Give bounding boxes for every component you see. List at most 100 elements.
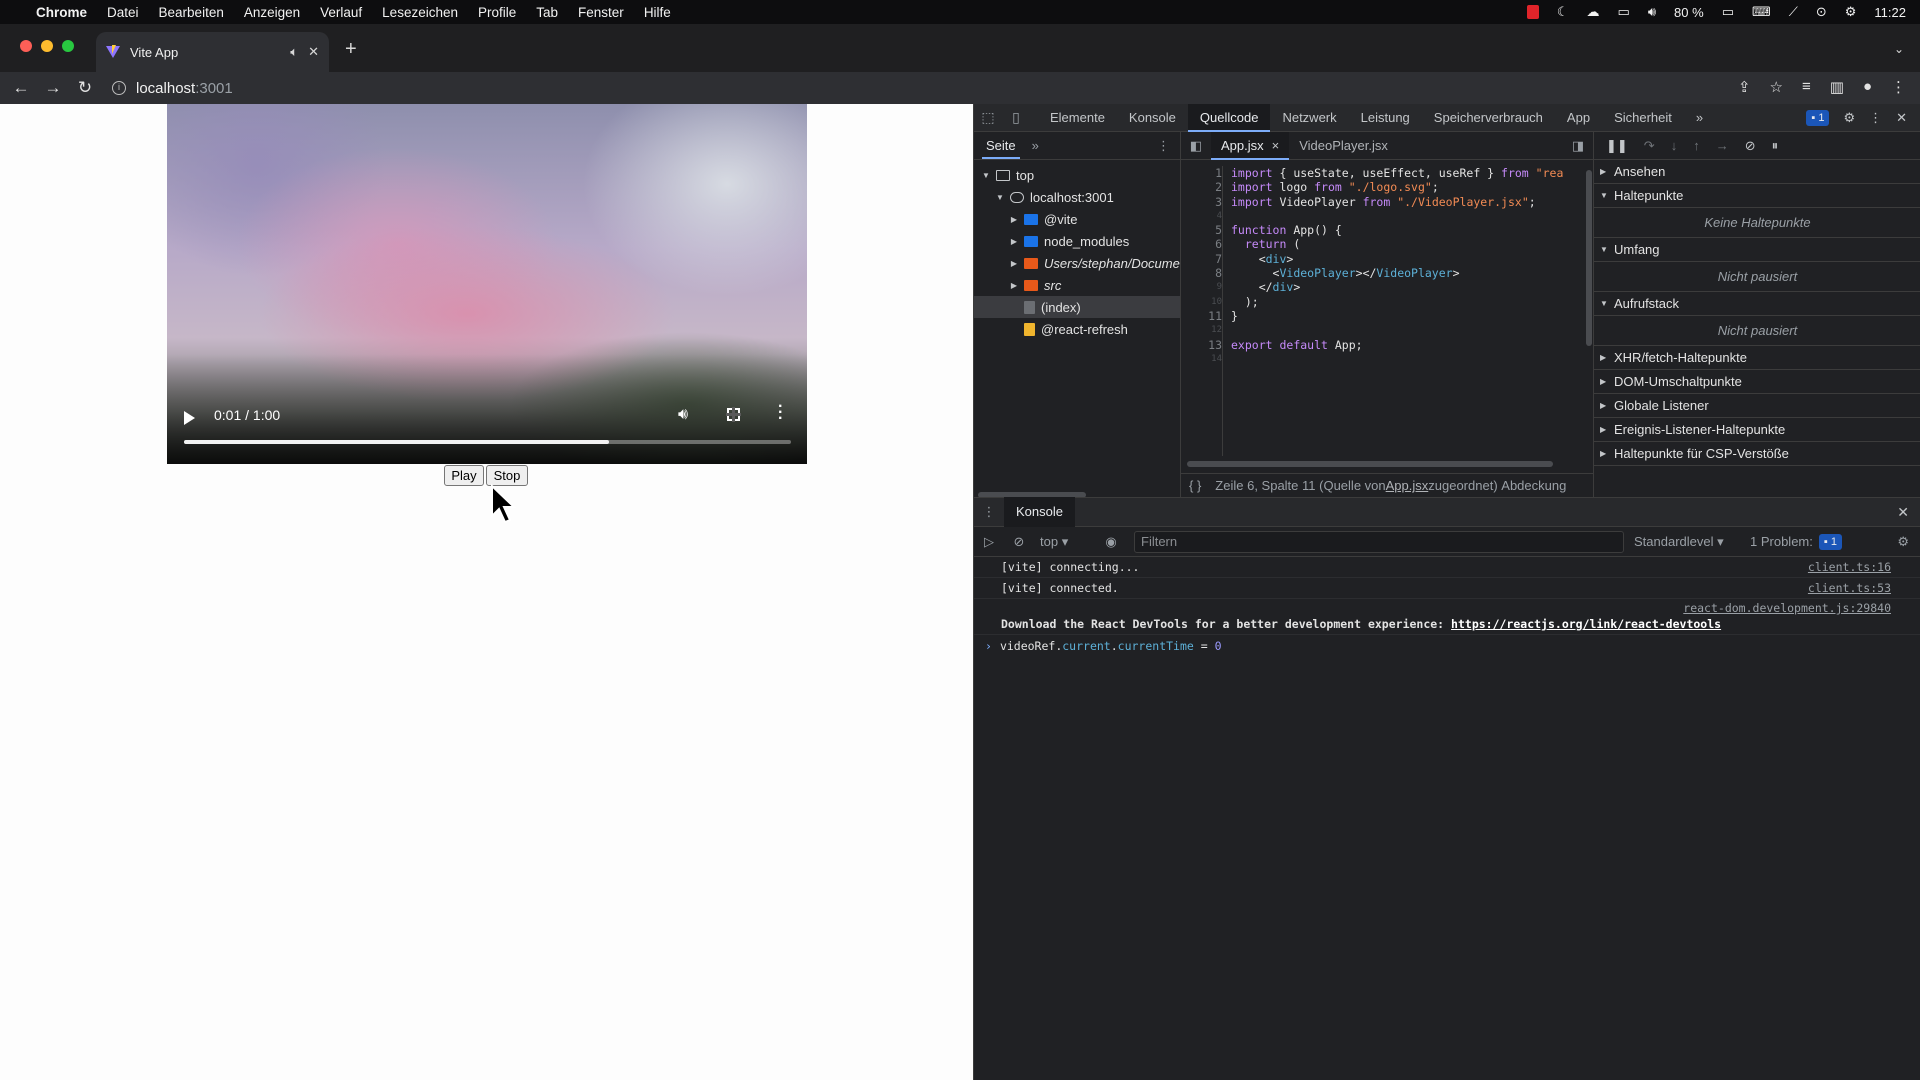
tree-arrow-icon[interactable]: ▼	[980, 171, 992, 180]
stop-button[interactable]: Stop	[486, 465, 528, 486]
log-level-selector[interactable]: Standardlevel ▾	[1634, 534, 1744, 550]
tab-netzwerk[interactable]: Netzwerk	[1270, 104, 1348, 132]
section-xhr-breakpoints[interactable]: ▶ XHR/fetch-Haltepunkte	[1594, 346, 1920, 370]
browser-menu-icon[interactable]: ⋮	[1891, 78, 1906, 96]
tree-item[interactable]: ▶ src	[974, 274, 1180, 296]
tab-audio-icon[interactable]: 🔈︎	[290, 44, 298, 60]
close-window-button[interactable]	[20, 40, 32, 52]
navigator-menu-icon[interactable]: ⋮	[1157, 138, 1170, 154]
drawer-tab-konsole[interactable]: Konsole	[1004, 497, 1075, 527]
section-dom-breakpoints[interactable]: ▶ DOM-Umschaltpunkte	[1594, 370, 1920, 394]
message-source-link[interactable]: client.ts:16	[1808, 557, 1891, 578]
devtools-settings-icon[interactable]: ⚙	[1843, 110, 1855, 126]
bookmark-star-icon[interactable]: ☆	[1770, 78, 1783, 96]
side-panel-icon[interactable]: ▥	[1830, 78, 1844, 96]
cloud-icon[interactable]: ☁	[1587, 4, 1600, 20]
forward-arrow-icon[interactable]: →	[37, 78, 69, 98]
pen-icon[interactable]: ⟋	[1789, 4, 1798, 20]
address-bar[interactable]: i localhost :3001	[112, 74, 1712, 102]
menu-tab[interactable]: Tab	[536, 5, 558, 20]
tree-item[interactable]: ▼ top	[974, 164, 1180, 186]
device-toolbar-icon[interactable]: ▯	[1002, 109, 1030, 126]
tree-arrow-icon[interactable]: ▶	[1008, 259, 1020, 268]
code-view[interactable]: 1 2 3 4 5 6 7 8 9 10 11 12 13 14 import { useState, u…	[1181, 160, 1586, 460]
zoom-window-button[interactable]	[62, 40, 74, 52]
moon-icon[interactable]: ☾	[1557, 4, 1569, 20]
tree-arrow-icon[interactable]: ▼	[994, 193, 1006, 202]
tab-search-chevron-icon[interactable]: ⌄	[1894, 42, 1904, 56]
section-umfang[interactable]: ▼ Umfang	[1594, 238, 1920, 262]
menu-lesezeichen[interactable]: Lesezeichen	[382, 5, 458, 20]
live-expression-eye-icon[interactable]: ◉	[1096, 534, 1126, 550]
pause-icon[interactable]: ❚❚	[1606, 138, 1628, 154]
console-settings-icon[interactable]: ⚙	[1897, 534, 1909, 550]
video-play-icon[interactable]	[184, 411, 195, 425]
site-info-icon[interactable]: i	[112, 81, 126, 95]
step-out-icon[interactable]: ↑	[1693, 138, 1700, 153]
menu-app-name[interactable]: Chrome	[36, 5, 87, 20]
source-map-link[interactable]: App.jsx	[1386, 478, 1429, 493]
clear-console-icon[interactable]: ⊘	[1004, 534, 1034, 550]
navigator-tab-seite[interactable]: Seite	[982, 132, 1020, 159]
devtools-menu-icon[interactable]: ⋮	[1869, 110, 1882, 126]
tree-arrow-icon[interactable]: ▶	[1008, 237, 1020, 246]
react-devtools-link[interactable]: https://reactjs.org/link/react-devtools	[1451, 617, 1721, 631]
display-icon[interactable]: ▭	[1618, 4, 1630, 20]
tree-item[interactable]: ▼ localhost:3001	[974, 186, 1180, 208]
context-selector[interactable]: top ▾	[1040, 534, 1096, 550]
tree-arrow-icon[interactable]: ▶	[1008, 281, 1020, 290]
menu-datei[interactable]: Datei	[107, 5, 139, 20]
battery-icon[interactable]: ▭	[1722, 4, 1734, 20]
video-fullscreen-icon[interactable]	[726, 407, 741, 422]
section-haltepunkte[interactable]: ▼ Haltepunkte	[1594, 184, 1920, 208]
new-tab-button[interactable]: +	[345, 38, 357, 61]
editor-tab-app-jsx[interactable]: App.jsx ×	[1211, 131, 1290, 160]
pause-on-exceptions-icon[interactable]: ⏸	[1772, 138, 1779, 154]
menu-bearbeiten[interactable]: Bearbeiten	[159, 5, 224, 20]
more-navigator-tabs-icon[interactable]: »	[1032, 138, 1039, 153]
menu-profile[interactable]: Profile	[478, 5, 516, 20]
menu-fenster[interactable]: Fenster	[578, 5, 624, 20]
screen-recording-icon[interactable]	[1526, 5, 1539, 19]
minimize-window-button[interactable]	[41, 40, 53, 52]
toggle-debugger-icon[interactable]: ◨	[1563, 138, 1593, 154]
tab-close-icon[interactable]: ✕	[308, 44, 319, 60]
tab-speicherverbrauch[interactable]: Speicherverbrauch	[1422, 104, 1555, 132]
step-over-icon[interactable]: ↷	[1644, 138, 1655, 154]
section-aufrufstack[interactable]: ▼ Aufrufstack	[1594, 292, 1920, 316]
section-ansehen[interactable]: ▶ Ansehen	[1594, 160, 1920, 184]
video-progress-track[interactable]	[184, 440, 791, 444]
tab-sicherheit[interactable]: Sicherheit	[1602, 104, 1684, 132]
tab-quellcode[interactable]: Quellcode	[1187, 103, 1271, 132]
tree-item[interactable]: ▶ node_modules	[974, 230, 1180, 252]
back-arrow-icon[interactable]: ←	[5, 78, 37, 98]
video-volume-icon[interactable]: 🔊︎	[678, 406, 688, 424]
menu-anzeigen[interactable]: Anzeigen	[244, 5, 300, 20]
drawer-close-icon[interactable]: ✕	[1897, 504, 1909, 521]
tree-item[interactable]: ▶ @vite	[974, 208, 1180, 230]
console-filter-input[interactable]: Filtern	[1134, 530, 1624, 553]
message-source-link[interactable]: client.ts:53	[1808, 578, 1891, 599]
devtools-close-icon[interactable]: ✕	[1896, 110, 1907, 126]
menu-verlauf[interactable]: Verlauf	[320, 5, 362, 20]
profile-icon[interactable]: ●	[1863, 78, 1872, 96]
console-sidebar-icon[interactable]: ▷	[974, 534, 1004, 550]
play-button[interactable]: Play	[444, 465, 484, 486]
menu-hilfe[interactable]: Hilfe	[644, 5, 671, 20]
tree-item[interactable]: @react-refresh	[974, 318, 1180, 340]
keyboard-icon[interactable]: ⌨	[1752, 4, 1771, 20]
media-queue-icon[interactable]: ≡	[1802, 78, 1811, 96]
pretty-print-icon[interactable]: { }	[1189, 478, 1201, 493]
control-center-icon[interactable]: ⚙	[1845, 4, 1857, 20]
console-prompt[interactable]: › videoRef.current.currentTime = 0	[974, 635, 1920, 657]
tab-elemente[interactable]: Elemente	[1038, 104, 1117, 132]
tree-item[interactable]: (index)	[974, 296, 1180, 318]
step-icon[interactable]: →	[1716, 138, 1729, 153]
tree-arrow-icon[interactable]: ▶	[1008, 215, 1020, 224]
section-event-listener-breakpoints[interactable]: ▶ Ereignis-Listener-Haltepunkte	[1594, 418, 1920, 442]
section-global-listeners[interactable]: ▶ Globale Listener	[1594, 394, 1920, 418]
share-icon[interactable]: ⇪	[1738, 78, 1751, 96]
volume-icon[interactable]: 🔊︎	[1648, 4, 1656, 20]
video-player[interactable]: 0:01 / 1:00 🔊︎ · · ·	[167, 104, 807, 464]
clock[interactable]: 11:22	[1874, 5, 1906, 20]
